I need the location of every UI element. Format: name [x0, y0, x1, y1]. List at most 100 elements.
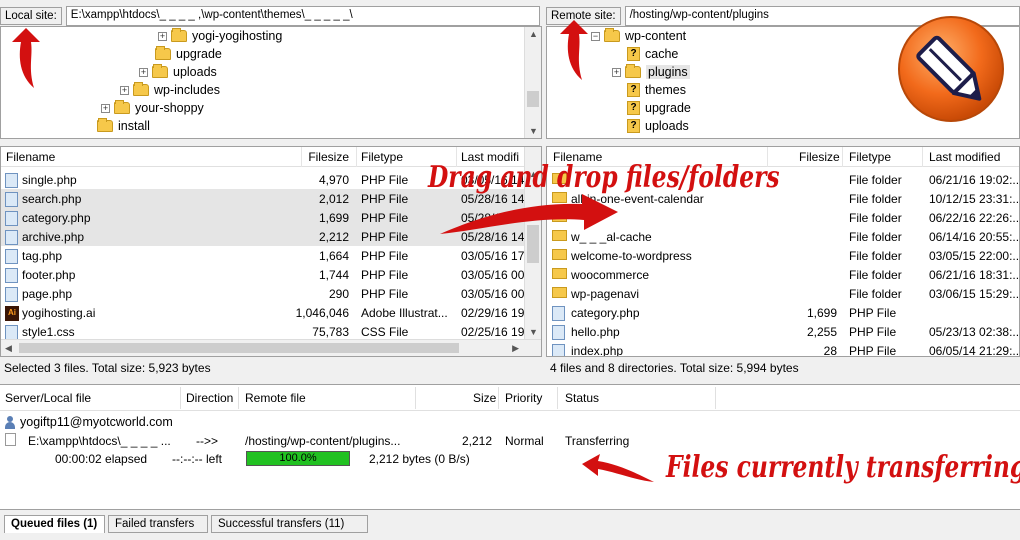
scroll-thumb[interactable] [527, 91, 539, 107]
file-name: wp-pagenavi [571, 287, 640, 301]
tab-queued-files[interactable]: Queued files (1) [4, 515, 105, 533]
tree-item-cache[interactable]: ? cache [627, 45, 678, 63]
tree-item-wp-content[interactable]: − wp-content [591, 27, 686, 45]
collapse-icon[interactable]: − [591, 31, 600, 41]
tree-item-themes[interactable]: ? themes [627, 81, 686, 99]
expand-icon[interactable]: + [612, 67, 621, 77]
tree-item-label: your-shoppy [135, 101, 204, 115]
file-type: Adobe Illustrat... [361, 306, 448, 320]
queue-transfer-row[interactable]: E:\xampp\htdocs\_ _ _ _ ... -->> /hostin… [0, 431, 1020, 449]
table-row[interactable]: footer.php 1,744 PHP File 03/05/16 00 [1, 265, 524, 284]
file-type: File folder [849, 230, 902, 244]
tree-item-wp-includes[interactable]: + wp-includes [120, 81, 220, 99]
queue-remote-file: /hosting/wp-content/plugins... [245, 434, 401, 448]
tab-successful-transfers[interactable]: Successful transfers (11) [211, 515, 368, 533]
horizontal-scrollbar[interactable]: ◀ ▶ [1, 339, 541, 356]
file-date: 03/05/16 00 [461, 268, 525, 282]
expand-icon[interactable]: + [120, 85, 129, 95]
file-type: PHP File [361, 211, 409, 225]
local-status-bar: Selected 3 files. Total size: 5,923 byte… [0, 358, 542, 378]
table-row[interactable]: wp-pagenavi File folder 03/06/15 15:29:... [547, 284, 1019, 303]
tree-item-label: yogi-yogihosting [192, 29, 283, 43]
column-filetype[interactable]: Filetype [361, 150, 403, 164]
tree-item-uploads[interactable]: ? uploads [627, 117, 689, 135]
column-remote-file[interactable]: Remote file [245, 391, 306, 405]
table-row[interactable]: hello.php 2,255 PHP File 05/23/13 02:38:... [547, 322, 1019, 341]
file-type: PHP File [361, 173, 409, 187]
file-icon [5, 433, 16, 446]
server-icon [4, 415, 16, 429]
curved-arrow-remote-icon [560, 20, 588, 80]
column-filename[interactable]: Filename [6, 150, 55, 164]
tree-item-your-shoppy[interactable]: + your-shoppy [101, 99, 204, 117]
local-site-path-input[interactable]: E:\xampp\htdocs\_ _ _ _ ,\wp-content\the… [65, 6, 540, 26]
file-date: 05/23/13 02:38:... [929, 325, 1020, 339]
file-size: 2,212 [318, 230, 349, 244]
scroll-thumb[interactable] [19, 343, 459, 353]
file-date: 06/22/16 22:26:... [929, 211, 1020, 225]
column-last-modified[interactable]: Last modified [929, 150, 1000, 164]
column-size[interactable]: Size [473, 391, 496, 405]
tree-item-install[interactable]: install [97, 117, 150, 135]
queue-server-row[interactable]: yogiftp11@myotcworld.com [4, 413, 173, 431]
file-type: PHP File [849, 306, 897, 320]
tree-item-upgrade[interactable]: upgrade [155, 45, 222, 63]
file-type: File folder [849, 287, 902, 301]
tree-item-label: wp-includes [154, 83, 221, 97]
scroll-up-icon[interactable]: ▲ [529, 29, 538, 39]
unknown-folder-icon: ? [627, 119, 640, 133]
tree-item-yogi-yogihosting[interactable]: + yogi-yogihosting [158, 27, 282, 45]
folder-icon [552, 287, 567, 298]
file-date: 02/25/16 19 [461, 325, 525, 339]
time-left: --:--:-- left [172, 452, 222, 466]
progress-percent: 100.0% [279, 452, 317, 464]
local-directory-tree[interactable]: + yogi-yogihosting upgrade + uploads + wp-i… [0, 26, 542, 139]
file-size: 290 [328, 287, 349, 301]
file-name: search.php [22, 192, 82, 206]
column-server-local-file[interactable]: Server/Local file [5, 391, 91, 405]
scroll-down-icon[interactable]: ▼ [529, 126, 538, 136]
file-size: 75,783 [312, 325, 349, 339]
expand-icon[interactable]: + [101, 103, 110, 113]
file-date: 06/21/16 18:31:... [929, 268, 1020, 282]
elapsed-time: 00:00:02 elapsed [55, 452, 148, 466]
table-row[interactable]: category.php 1,699 PHP File [547, 303, 1019, 322]
tree-item-upgrade[interactable]: ? upgrade [627, 99, 691, 117]
file-date: 10/12/15 23:31:... [929, 192, 1020, 206]
file-type: PHP File [361, 249, 409, 263]
file-name: tag.php [22, 249, 63, 263]
scroll-right-icon[interactable]: ▶ [512, 343, 519, 354]
file-type: PHP File [849, 344, 897, 357]
tab-failed-transfers[interactable]: Failed transfers [108, 515, 208, 533]
table-row[interactable]: woocommerce File folder 06/21/16 18:31:... [547, 265, 1019, 284]
vertical-scrollbar[interactable]: ▲ ▼ [524, 27, 541, 138]
filezilla-logo [898, 16, 1004, 122]
column-status[interactable]: Status [565, 391, 599, 405]
tree-item-plugins[interactable]: + plugins [612, 63, 690, 81]
column-priority[interactable]: Priority [505, 391, 542, 405]
scroll-left-icon[interactable]: ◀ [5, 343, 12, 354]
column-direction[interactable]: Direction [186, 391, 233, 405]
tree-item-label: themes [645, 83, 686, 97]
queue-local-file: E:\xampp\htdocs\_ _ _ _ ... [28, 434, 171, 448]
expand-icon[interactable]: + [158, 31, 167, 41]
transfer-queue[interactable]: Server/Local file Direction Remote file … [0, 384, 1020, 510]
scroll-down-icon[interactable]: ▼ [529, 327, 538, 337]
folder-icon [114, 100, 130, 114]
queue-tabs: Queued files (1) Failed transfers Succes… [0, 512, 1020, 540]
tree-item-label: uploads [645, 119, 689, 133]
column-filesize[interactable]: Filesize [799, 150, 840, 164]
column-filetype[interactable]: Filetype [849, 150, 891, 164]
php-file-icon [5, 268, 18, 283]
table-row[interactable]: index.php 28 PHP File 06/05/14 21:29:... [547, 341, 1019, 357]
file-type: PHP File [361, 268, 409, 282]
expand-icon[interactable]: + [139, 67, 148, 77]
php-file-icon [5, 230, 18, 245]
tree-item-uploads[interactable]: + uploads [139, 63, 217, 81]
file-name: yogihosting.ai [22, 306, 96, 320]
file-type: CSS File [361, 325, 409, 339]
transfer-bytes: 2,212 bytes (0 B/s) [369, 452, 470, 466]
table-row[interactable]: Ai yogihosting.ai 1,046,046 Adobe Illustrat… [1, 303, 524, 322]
table-row[interactable]: page.php 290 PHP File 03/05/16 00 [1, 284, 524, 303]
column-filesize[interactable]: Filesize [308, 150, 349, 164]
